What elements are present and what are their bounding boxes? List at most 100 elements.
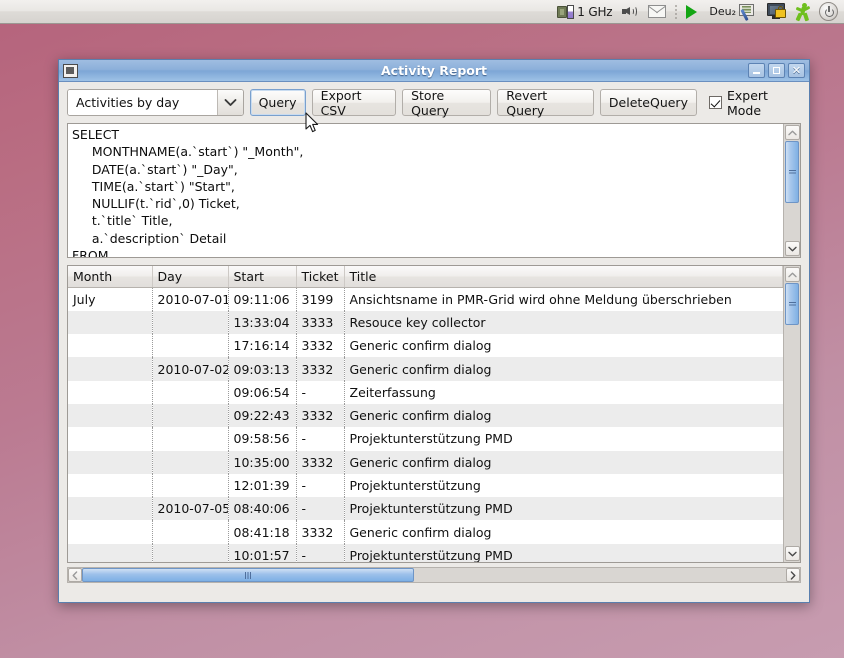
cell-title: Projektunterstützung PMD [349, 501, 513, 517]
lock-screen-applet[interactable] [757, 0, 792, 24]
scroll-up-button[interactable] [784, 267, 800, 282]
table-row[interactable]: 09:58:56- Projektunterstützung PMD [68, 427, 783, 451]
cell-month [68, 403, 153, 428]
cell-day [152, 427, 229, 451]
cell-start: 13:33:04 [228, 310, 297, 335]
cell-ticket: - [296, 427, 345, 451]
table-row[interactable]: July 2010-07-01 09:11:06 3199 Ansichtsname i… [68, 287, 783, 311]
cell-day [152, 543, 229, 562]
delete-query-button[interactable]: DeleteQuery [599, 89, 697, 116]
cell-start: 09:11:06 [228, 287, 297, 311]
cpu-frequency-applet[interactable]: 1 GHz [552, 0, 617, 24]
cell-ticket: 3332 [296, 450, 345, 474]
expert-mode-toggle[interactable]: Expert Mode [708, 88, 801, 118]
query-select[interactable]: Activities by day [67, 89, 244, 116]
sql-editor[interactable]: SELECT MONTHNAME(a.`start`) "_Month", DA… [67, 123, 801, 258]
sql-editor-text[interactable]: SELECT MONTHNAME(a.`start`) "_Month", DA… [68, 124, 783, 257]
cell-month [68, 497, 153, 521]
media-play-applet[interactable] [681, 0, 702, 24]
window-controls: ✕ [748, 63, 805, 78]
table-row[interactable]: 09:22:43 3332 Generic confirm dialog [68, 403, 783, 428]
column-header-start[interactable]: Start [228, 266, 297, 288]
keyboard-layout-label: Deu₂ [709, 5, 736, 18]
tray-separator [675, 3, 678, 20]
table-row[interactable]: 10:35:00 3332 Generic confirm dialog [68, 450, 783, 474]
cell-ticket: - [296, 497, 345, 521]
results-table: Month Day Start Ticket Title July 2010-07… [68, 266, 783, 562]
cell-day: 2010-07-02 [152, 357, 229, 381]
cell-title: Projektunterstützung [349, 478, 481, 494]
cell-month [68, 357, 153, 381]
cell-start: 08:40:06 [228, 497, 297, 521]
cell-start: 09:22:43 [228, 403, 297, 428]
window-titlebar[interactable]: Activity Report ✕ [59, 60, 809, 82]
close-button[interactable]: ✕ [788, 63, 805, 78]
table-row[interactable]: 13:33:04 3333 Resouce key collector [68, 310, 783, 335]
cell-day [152, 403, 229, 428]
cell-day [152, 334, 229, 358]
table-row[interactable]: 10:01:57- Projektunterstützung PMD [68, 543, 783, 562]
scroll-track[interactable] [785, 325, 800, 545]
scroll-thumb[interactable] [785, 141, 799, 203]
table-row[interactable]: 17:16:14 3332 Generic confirm dialog [68, 334, 783, 358]
revert-query-button[interactable]: Revert Query [497, 88, 594, 118]
cell-ticket: 3332 [296, 334, 345, 358]
cell-start: 09:06:54 [228, 380, 297, 404]
results-table-wrap[interactable]: Month Day Start Ticket Title July 2010-07… [68, 266, 783, 562]
expert-mode-checkbox[interactable] [708, 96, 722, 109]
results-horizontal-scrollbar[interactable] [67, 567, 801, 583]
cell-month [68, 543, 153, 562]
cell-ticket: 3332 [296, 520, 345, 544]
scroll-left-button[interactable] [68, 568, 82, 582]
sql-vertical-scrollbar[interactable] [783, 124, 800, 257]
cell-title: Generic confirm dialog [349, 408, 492, 424]
terminal-window-icon [63, 63, 78, 78]
results-panel: Month Day Start Ticket Title July 2010-07… [67, 265, 801, 563]
session-runner-applet[interactable] [792, 0, 814, 24]
cell-title: Projektunterstützung PMD [349, 431, 513, 447]
cell-month [68, 450, 153, 474]
cell-title: Resouce key collector [349, 314, 486, 330]
runner-icon [795, 3, 811, 22]
column-header-title[interactable]: Title [344, 266, 783, 288]
store-query-button[interactable]: Store Query [402, 88, 492, 118]
keyboard-layout-applet[interactable]: Deu₂ [702, 0, 757, 24]
shutdown-applet[interactable] [814, 0, 844, 24]
maximize-button[interactable] [768, 63, 785, 78]
cell-month [68, 427, 153, 451]
cell-day [152, 520, 229, 544]
column-header-day[interactable]: Day [152, 266, 229, 288]
mail-applet[interactable] [643, 0, 671, 24]
volume-applet[interactable] [617, 0, 643, 24]
chevron-down-icon[interactable] [216, 90, 243, 115]
desktop-panel: 1 GHz Deu₂ [0, 0, 844, 24]
scroll-up-button[interactable] [784, 125, 800, 140]
scroll-thumb[interactable] [785, 283, 799, 325]
cell-month [68, 334, 153, 358]
table-row[interactable]: 12:01:39- Projektunterstützung [68, 473, 783, 498]
cell-title: Zeiterfassung [349, 384, 436, 400]
minimize-button[interactable] [748, 63, 765, 78]
speaker-icon [622, 4, 638, 19]
scroll-down-button[interactable] [784, 241, 800, 256]
query-select-value: Activities by day [68, 90, 217, 115]
table-row[interactable]: 09:06:54- Zeiterfassung [68, 380, 783, 404]
table-row[interactable]: 2010-07-05 08:40:06- Projektunterstützung … [68, 497, 783, 521]
query-button[interactable]: Query [249, 89, 306, 116]
scroll-track[interactable] [785, 203, 800, 240]
cell-ticket: 3333 [296, 310, 345, 335]
table-row[interactable]: 08:41:18 3332 Generic confirm dialog [68, 520, 783, 544]
table-row[interactable]: 2010-07-02 09:03:13 3332 Generic confirm di… [68, 357, 783, 381]
cell-month [68, 310, 153, 335]
results-vertical-scrollbar[interactable] [783, 266, 800, 562]
export-csv-button[interactable]: Export CSV [311, 88, 397, 118]
scroll-right-button[interactable] [786, 568, 800, 582]
cell-month [68, 520, 153, 544]
scroll-down-button[interactable] [784, 546, 800, 561]
scroll-track[interactable] [414, 568, 786, 582]
cell-day [152, 380, 229, 404]
column-header-month[interactable]: Month [68, 266, 153, 288]
scroll-thumb[interactable] [82, 568, 414, 582]
window-title: Activity Report [380, 63, 488, 78]
column-header-ticket[interactable]: Ticket [296, 266, 345, 288]
